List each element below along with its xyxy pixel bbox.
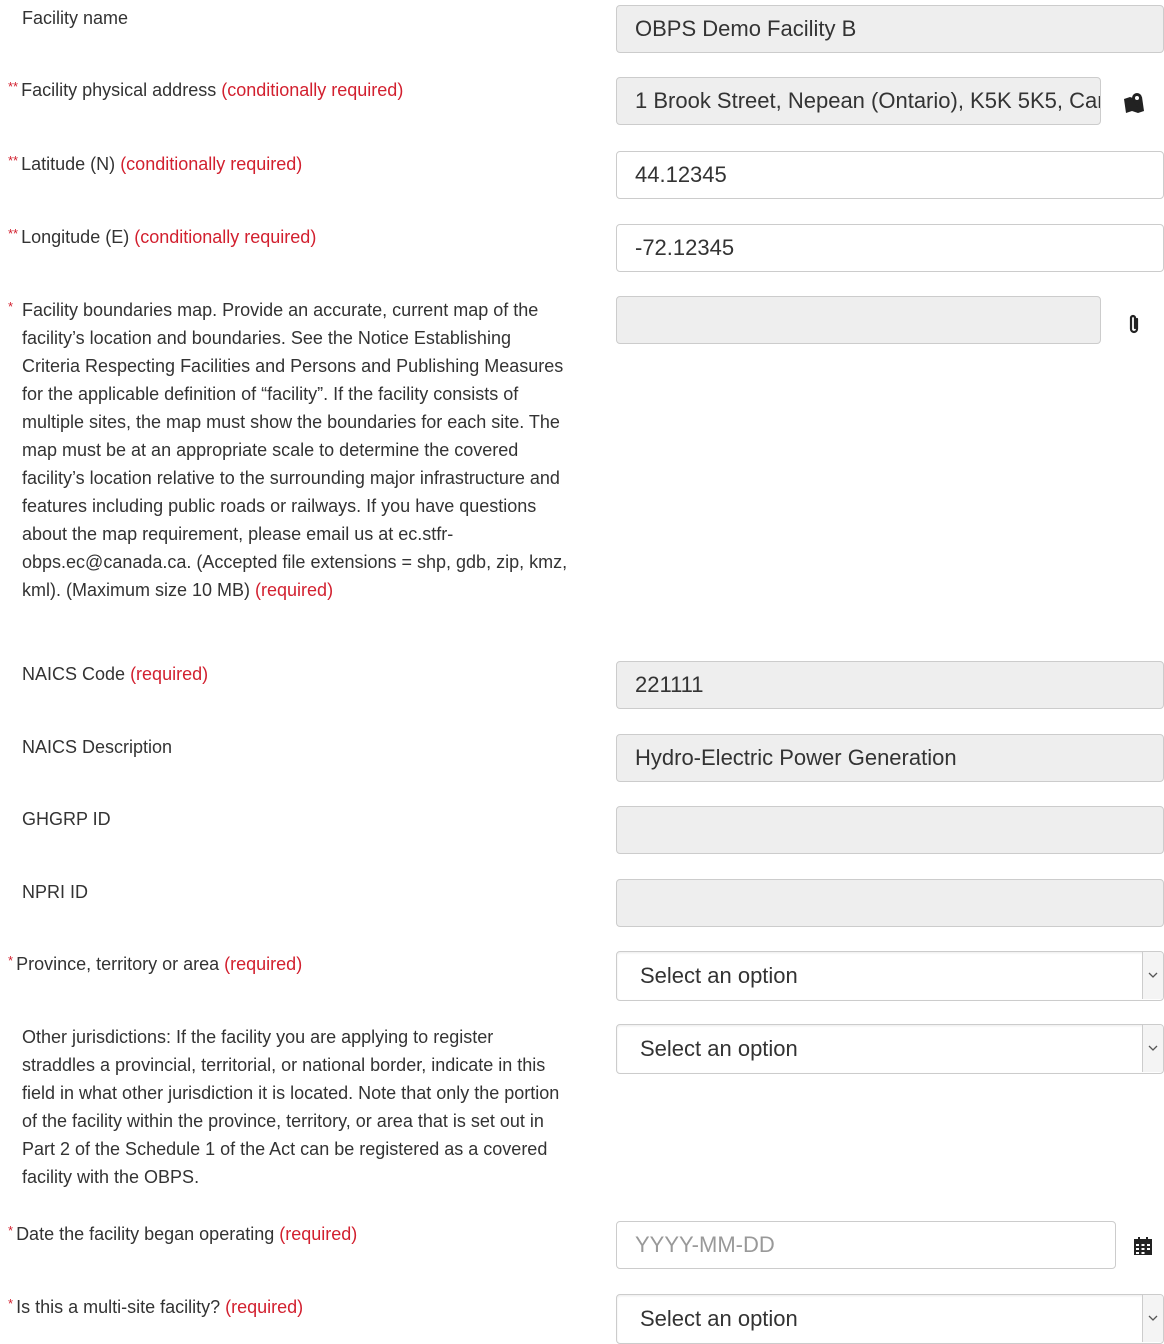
multi-site-select-value: Select an option bbox=[640, 1306, 798, 1331]
ghgrp-id-field bbox=[616, 806, 1164, 854]
physical-address-field: 1 Brook Street, Nepean (Ontario), K5K 5K… bbox=[616, 77, 1101, 125]
other-jurisdictions-label: Other jurisdictions: If the facility you… bbox=[22, 1027, 560, 1187]
longitude-label: ** Longitude (E) (conditionally required) bbox=[8, 226, 317, 247]
province-select[interactable]: Select an option bbox=[616, 951, 1164, 1001]
boundaries-map-file-field[interactable] bbox=[616, 296, 1101, 344]
boundaries-map-label: * Facility boundaries map. Provide an ac… bbox=[8, 299, 568, 600]
facility-name-label: Facility name bbox=[22, 8, 129, 28]
chevron-down-icon bbox=[1142, 952, 1163, 999]
physical-address-label: ** Facility physical address (conditional… bbox=[8, 79, 404, 100]
date-placeholder: YYYY-MM-DD bbox=[635, 1232, 775, 1257]
chevron-down-icon bbox=[1142, 1025, 1163, 1072]
date-began-input[interactable]: YYYY-MM-DD bbox=[616, 1221, 1116, 1269]
other-jurisdictions-select[interactable]: Select an option bbox=[616, 1024, 1164, 1074]
naics-code-label: NAICS Code (required) bbox=[22, 664, 209, 684]
npri-id-field bbox=[616, 879, 1164, 927]
naics-code-field: 221111 bbox=[616, 661, 1164, 709]
ghgrp-id-label: GHGRP ID bbox=[22, 809, 111, 829]
naics-description-label: NAICS Description bbox=[22, 737, 173, 757]
date-began-label: * Date the facility began operating (requ… bbox=[8, 1223, 358, 1244]
other-jurisdictions-select-value: Select an option bbox=[640, 1036, 798, 1061]
npri-id-label: NPRI ID bbox=[22, 882, 89, 902]
paperclip-icon[interactable] bbox=[1122, 310, 1146, 338]
map-icon[interactable] bbox=[1120, 88, 1148, 116]
province-select-value: Select an option bbox=[640, 963, 798, 988]
calendar-icon[interactable] bbox=[1130, 1233, 1156, 1259]
latitude-input[interactable]: 44.12345 bbox=[616, 151, 1164, 199]
longitude-input[interactable]: -72.12345 bbox=[616, 224, 1164, 272]
facility-name-field: OBPS Demo Facility B bbox=[616, 5, 1164, 53]
naics-description-field: Hydro-Electric Power Generation bbox=[616, 734, 1164, 782]
multi-site-label: * Is this a multi-site facility? (require… bbox=[8, 1296, 304, 1317]
latitude-label: ** Latitude (N) (conditionally required) bbox=[8, 153, 303, 174]
province-label: * Province, territory or area (required) bbox=[8, 953, 303, 974]
chevron-down-icon bbox=[1142, 1295, 1163, 1342]
